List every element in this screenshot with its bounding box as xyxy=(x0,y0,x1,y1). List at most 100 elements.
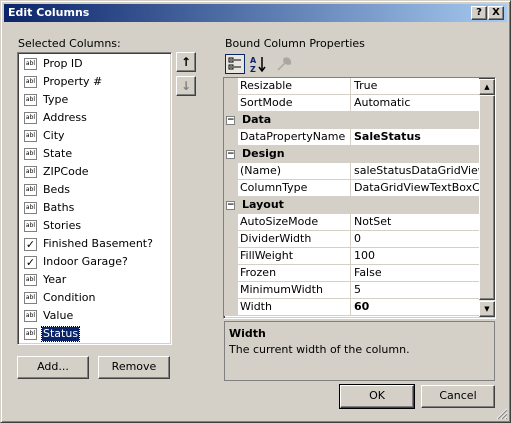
column-list-item[interactable]: abl Year xyxy=(22,271,172,289)
textbox-column-icon: abl xyxy=(24,148,37,160)
property-pages-button[interactable] xyxy=(274,54,294,74)
property-value[interactable]: 60 xyxy=(352,299,479,316)
property-row[interactable]: Frozen False xyxy=(224,265,479,282)
property-name: Width xyxy=(238,299,351,316)
property-row[interactable]: ColumnTypeDataGridViewTextBoxColu xyxy=(224,180,479,197)
property-category-design[interactable]: − Design xyxy=(224,146,479,163)
category-label: Data xyxy=(242,113,272,126)
column-list-item[interactable]: abl Property # xyxy=(22,73,172,91)
collapse-icon[interactable]: − xyxy=(226,150,235,159)
textbox-column-icon: abl xyxy=(24,166,37,178)
column-list-item-label: Finished Basement? xyxy=(43,237,153,250)
resize-grip-icon[interactable] xyxy=(495,407,508,420)
property-value[interactable]: 0 xyxy=(352,231,479,248)
column-list-item[interactable]: abl Baths xyxy=(22,199,172,217)
column-list-item[interactable]: ✓ Finished Basement? xyxy=(22,235,172,253)
column-list-item[interactable]: abl ZIPCode xyxy=(22,163,172,181)
close-button[interactable]: X xyxy=(488,6,504,20)
property-toolbar: A Z xyxy=(224,53,495,75)
column-list-item-label: Condition xyxy=(43,291,96,304)
column-list-item[interactable]: abl Type xyxy=(22,91,172,109)
column-list-item[interactable]: abl Condition xyxy=(22,289,172,307)
textbox-column-icon: abl xyxy=(24,94,37,106)
property-grid-rows: Resizable True SortMode Automatic − Data DataP… xyxy=(224,78,495,318)
help-button[interactable]: ? xyxy=(471,6,487,20)
ok-button[interactable]: OK xyxy=(339,384,415,409)
add-button[interactable]: Add... xyxy=(17,356,89,379)
column-list-item[interactable]: abl Address xyxy=(22,109,172,127)
textbox-column-icon: abl xyxy=(24,130,37,142)
textbox-column-icon: abl xyxy=(24,328,37,340)
column-list-item[interactable]: abl Beds xyxy=(22,181,172,199)
textbox-column-icon: abl xyxy=(24,310,37,322)
move-up-button[interactable]: ↑ xyxy=(176,52,196,72)
property-name: (Name) xyxy=(238,163,351,180)
categorized-button[interactable] xyxy=(225,54,245,74)
category-label: Layout xyxy=(242,198,284,211)
property-row[interactable]: FillWeight 100 xyxy=(224,248,479,265)
textbox-column-icon: abl xyxy=(24,220,37,232)
collapse-icon[interactable]: − xyxy=(226,201,235,210)
property-row[interactable]: Width 60 xyxy=(224,299,479,316)
column-list-item[interactable]: ✓ Indoor Garage? xyxy=(22,253,172,271)
property-row[interactable]: SortMode Automatic xyxy=(224,95,479,112)
checkbox-column-icon: ✓ xyxy=(24,238,37,251)
column-list-item[interactable]: abl State xyxy=(22,145,172,163)
property-value[interactable]: Automatic xyxy=(352,95,479,112)
textbox-column-icon: abl xyxy=(24,274,37,286)
property-row[interactable]: AutoSizeMode NotSet xyxy=(224,214,479,231)
property-name: AutoSizeMode xyxy=(238,214,351,231)
textbox-column-icon: abl xyxy=(24,292,37,304)
property-row[interactable]: Resizable True xyxy=(224,78,479,95)
bound-column-properties-label: Bound Column Properties xyxy=(225,37,365,50)
edit-columns-dialog: Edit Columns ? X Selected Columns: abl Pr… xyxy=(0,0,511,423)
property-value[interactable]: saleStatusDataGridViewTe xyxy=(352,163,479,180)
title-bar[interactable]: Edit Columns ? X xyxy=(4,4,507,22)
column-list-item-label: Type xyxy=(43,93,69,106)
column-list-item-label: City xyxy=(43,129,65,142)
property-row[interactable]: DataPropertyName SaleStatus xyxy=(224,129,479,146)
remove-button[interactable]: Remove xyxy=(98,356,170,379)
alphabetical-icon: A Z xyxy=(250,56,266,74)
property-value[interactable]: True xyxy=(352,78,479,95)
column-list-item[interactable]: abl Stories xyxy=(22,217,172,235)
row-gutter xyxy=(224,129,238,146)
row-gutter xyxy=(224,95,238,112)
collapse-icon[interactable]: − xyxy=(226,116,235,125)
column-list-item-label: Baths xyxy=(43,201,75,214)
property-name: DividerWidth xyxy=(238,231,351,248)
property-value[interactable]: NotSet xyxy=(352,214,479,231)
property-row[interactable]: (Name)saleStatusDataGridViewTe xyxy=(224,163,479,180)
scroll-up-button[interactable]: ▲ xyxy=(479,79,495,95)
property-category-layout[interactable]: − Layout xyxy=(224,197,479,214)
column-list-item-label: State xyxy=(43,147,73,160)
cancel-button[interactable]: Cancel xyxy=(421,385,495,408)
property-row[interactable]: DividerWidth 0 xyxy=(224,231,479,248)
svg-text:Z: Z xyxy=(250,65,256,74)
column-list-item[interactable]: abl City xyxy=(22,127,172,145)
selected-columns-list[interactable]: abl Prop ID abl Property # abl Type abl Address… xyxy=(17,52,172,345)
property-value[interactable]: DataGridViewTextBoxColu xyxy=(352,180,479,197)
property-value[interactable]: 100 xyxy=(352,248,479,265)
property-value[interactable]: False xyxy=(352,265,479,282)
alphabetical-button[interactable]: A Z xyxy=(248,54,268,74)
column-list-item[interactable]: abl Value xyxy=(22,307,172,325)
arrow-up-icon: ↑ xyxy=(180,55,192,69)
row-gutter xyxy=(224,163,238,180)
categorized-icon xyxy=(228,57,241,70)
window-title: Edit Columns xyxy=(8,6,90,19)
property-value[interactable]: SaleStatus xyxy=(352,129,479,146)
column-list-item[interactable]: abl Prop ID xyxy=(22,55,172,73)
property-name: ColumnType xyxy=(238,180,351,197)
column-list-item[interactable]: abl Status xyxy=(22,325,172,343)
move-down-button[interactable]: ↓ xyxy=(176,76,196,96)
svg-text:A: A xyxy=(250,56,257,65)
scroll-down-button[interactable]: ▼ xyxy=(479,301,495,317)
scroll-thumb[interactable] xyxy=(479,95,495,300)
property-grid-scrollbar[interactable]: ▲ ▼ xyxy=(479,79,495,317)
category-label: Design xyxy=(242,147,285,160)
property-row[interactable]: MinimumWidth 5 xyxy=(224,282,479,299)
selected-columns-label: Selected Columns: xyxy=(18,37,121,50)
property-value[interactable]: 5 xyxy=(352,282,479,299)
property-category-data[interactable]: − Data xyxy=(224,112,479,129)
